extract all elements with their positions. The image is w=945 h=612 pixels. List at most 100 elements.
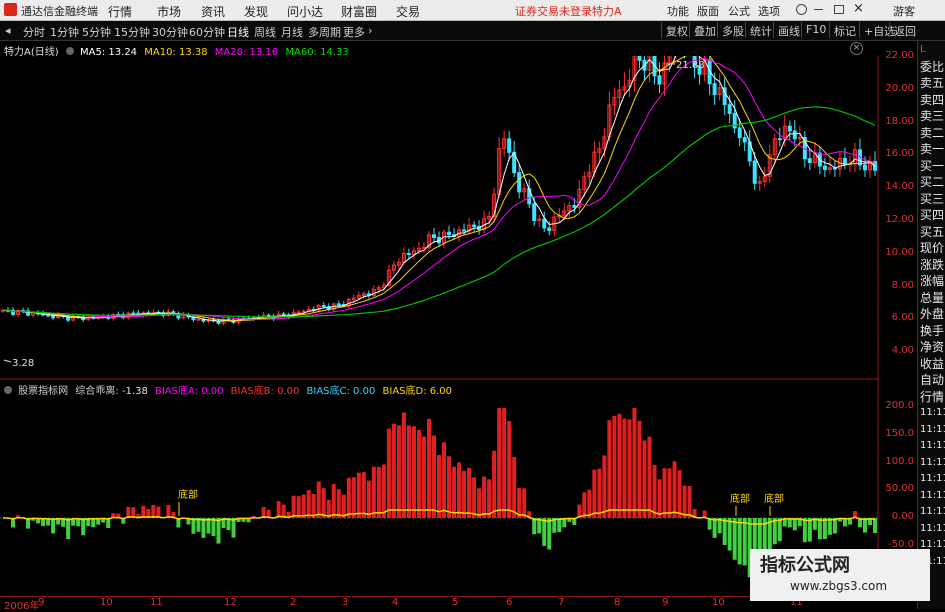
side-panel-item[interactable]: 净资 [920, 340, 945, 354]
bias-bar [502, 408, 506, 518]
side-panel-item[interactable]: 11:11 [920, 456, 945, 470]
side-panel-item[interactable]: 卖二 [920, 126, 945, 140]
tool-duogu[interactable]: 多股 [717, 22, 748, 38]
maximize-icon[interactable] [834, 5, 844, 14]
period-daily[interactable]: 日线 [227, 24, 249, 40]
menu-shichang[interactable]: 市场 [157, 3, 181, 20]
menu-hangqing[interactable]: 行情 [108, 3, 132, 20]
side-panel-item[interactable]: 卖三 [920, 109, 945, 123]
ma5-line [3, 56, 875, 321]
side-panel-item[interactable]: 11:11 [920, 505, 945, 519]
side-panel-item[interactable]: 11:11 [920, 522, 945, 536]
side-panel-item[interactable]: 买五 [920, 225, 945, 239]
side-panel-item[interactable]: 卖一 [920, 142, 945, 156]
candle-body [823, 166, 826, 169]
indicator-source: 股票指标网 [18, 386, 68, 397]
bias-bar [738, 518, 742, 564]
tool-fuquan[interactable]: 复权 [661, 22, 692, 38]
indicator-settings-icon[interactable] [4, 386, 12, 394]
bias-bar [492, 451, 496, 518]
side-panel-item[interactable]: 11:11 [920, 439, 945, 453]
period-5min[interactable]: 5分钟 [82, 24, 111, 40]
login-warning[interactable]: 证券交易未登录 [515, 3, 592, 19]
side-panel-item[interactable]: 11:11 [920, 489, 945, 503]
period-more[interactable]: 更多 [343, 24, 365, 40]
bias-bar [292, 496, 296, 518]
bottom-label-2: 底部 [730, 492, 750, 505]
chevron-right-icon[interactable]: › [368, 24, 372, 37]
menu-banmian[interactable]: 版面 [697, 3, 719, 19]
period-60min[interactable]: 60分钟 [189, 24, 225, 40]
date-axis: 2006年9101112234567891011 [0, 596, 878, 610]
tool-tongji[interactable]: 统计 [745, 22, 776, 38]
close-panel-icon[interactable]: × [850, 42, 863, 55]
tool-diejia[interactable]: 叠加 [689, 22, 720, 38]
side-panel-item[interactable]: 行情 [920, 390, 945, 404]
menu-xuanxiang[interactable]: 选项 [758, 3, 780, 19]
date-tick: 9 [662, 597, 668, 608]
side-panel-item[interactable]: 现价 [920, 241, 945, 255]
bias-bar [347, 478, 351, 518]
period-fenshi[interactable]: 分时 [23, 24, 45, 40]
app-title: 通达信金融终端 [21, 3, 98, 19]
candle-body [508, 139, 511, 152]
side-panel-item[interactable]: 买四 [920, 208, 945, 222]
menu-zixun[interactable]: 资讯 [201, 3, 225, 20]
side-panel-item[interactable]: 涨跌 [920, 258, 945, 272]
bias-d-value: BIAS底D: 6.00 [383, 386, 453, 397]
tool-biaoji[interactable]: 标记 [829, 22, 860, 38]
bias-bar [387, 429, 391, 518]
candle-body [337, 304, 340, 305]
tool-fanhui[interactable]: 返回 [889, 22, 920, 38]
tool-huaxian[interactable]: 画线 [773, 22, 804, 38]
bias-bar [66, 518, 70, 539]
period-15min[interactable]: 15分钟 [114, 24, 150, 40]
side-panel-item[interactable]: 换手 [920, 324, 945, 338]
user-icon[interactable] [796, 4, 807, 15]
kline-chart[interactable]: 21.88 3.28 底部 底部 底部 [0, 56, 917, 594]
bias-bar [51, 518, 55, 533]
period-weekly[interactable]: 周线 [254, 24, 276, 40]
menu-caifuquan[interactable]: 财富圈 [341, 3, 377, 20]
close-icon[interactable]: × [853, 1, 864, 16]
minimize-icon[interactable] [814, 9, 823, 10]
side-panel-item[interactable]: 自动 [920, 373, 945, 387]
side-panel-item[interactable]: 买三 [920, 192, 945, 206]
menu-gongshi[interactable]: 公式 [728, 3, 750, 19]
guest-label[interactable]: 游客 [893, 3, 915, 19]
settings-dot-icon[interactable] [66, 47, 74, 55]
candle-body [463, 230, 466, 231]
side-panel-item[interactable]: L [920, 43, 945, 57]
date-tick: 9 [38, 597, 44, 608]
bias-bar [452, 467, 456, 518]
stock-name: 特力A [592, 3, 622, 19]
menu-jiaoyi[interactable]: 交易 [396, 3, 420, 20]
side-panel-item[interactable]: 卖五 [920, 76, 945, 90]
period-1min[interactable]: 1分钟 [50, 24, 79, 40]
tool-f10[interactable]: F10 [801, 22, 830, 38]
side-panel-item[interactable]: 委比 [920, 60, 945, 74]
menu-faxian[interactable]: 发现 [244, 3, 268, 20]
side-panel-item[interactable]: 11:11 [920, 423, 945, 437]
bias-bar [688, 486, 692, 518]
bias-bar [201, 518, 205, 538]
side-panel-item[interactable]: 买一 [920, 159, 945, 173]
menu-gongneng[interactable]: 功能 [667, 3, 689, 19]
period-multi[interactable]: 多周期 [308, 24, 341, 40]
period-30min[interactable]: 30分钟 [152, 24, 188, 40]
candle-body [302, 311, 305, 312]
side-panel-item[interactable]: 11:11 [920, 472, 945, 486]
side-panel-item[interactable]: 总量 [920, 291, 945, 305]
side-panel-item[interactable]: 收益 [920, 357, 945, 371]
bias-bar [317, 481, 321, 518]
period-monthly[interactable]: 月线 [281, 24, 303, 40]
side-panel-item[interactable]: 涨幅 [920, 274, 945, 288]
side-panel-item[interactable]: 外盘 [920, 307, 945, 321]
date-tick: 4 [392, 597, 398, 608]
menu-wenxiaoda[interactable]: 问小达 [287, 3, 323, 20]
side-panel-item[interactable]: 11:11 [920, 406, 945, 420]
side-panel-item[interactable]: 卖四 [920, 93, 945, 107]
side-panel-item[interactable]: 买二 [920, 175, 945, 189]
bias-bar [191, 518, 195, 534]
back-arrow-icon[interactable]: ◂ [5, 24, 19, 36]
